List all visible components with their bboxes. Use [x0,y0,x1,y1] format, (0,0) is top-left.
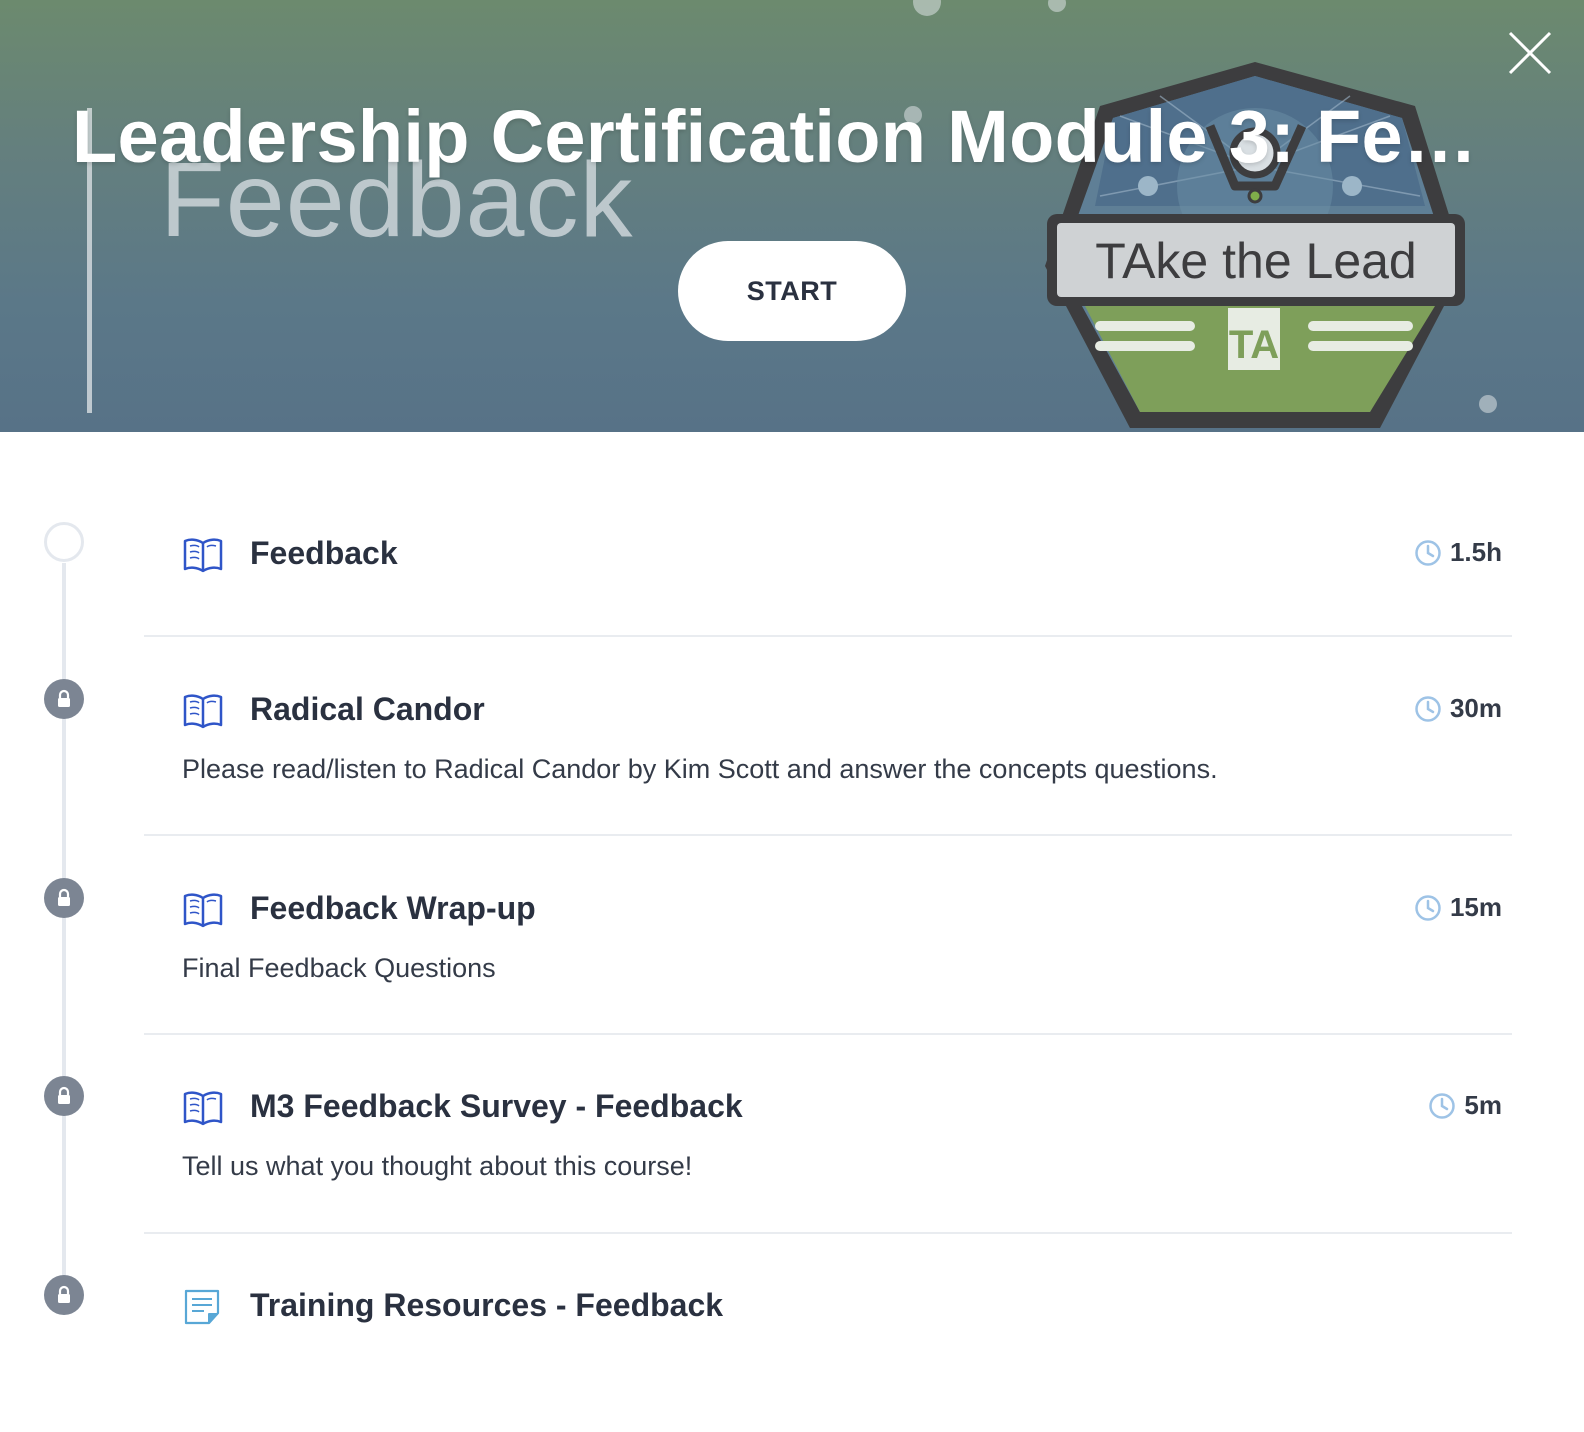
clock-icon [1429,1092,1456,1119]
step-duration: 15m [1414,892,1502,923]
step-duration: 1.5h [1414,537,1502,568]
clock-icon [1415,695,1441,722]
step-duration: 5m [1428,1090,1502,1121]
step-description: Final Feedback Questions [182,953,496,983]
book-icon [183,893,223,928]
course-step-feedback-wrap-up[interactable]: Feedback Wrap-up 15m Final Feedback Ques… [144,875,1512,1015]
badge-monogram: TA [1229,323,1279,367]
step-description: Please read/listen to Radical Candor by … [182,754,1218,784]
duration-value: 15m [1449,892,1502,922]
step-title: Radical Candor [250,691,485,727]
divider [144,635,1512,637]
lock-icon [44,1076,84,1116]
step-title: M3 Feedback Survey - Feedback [250,1088,743,1124]
duration-value: 5m [1464,1090,1502,1120]
course-title: Leadership Certification Module 3: Feed.… [72,95,1502,178]
course-step-feedback[interactable]: Feedback 1.5h [144,520,1512,620]
close-icon[interactable] [1507,30,1553,76]
decorative-dot [913,0,941,16]
divider [144,834,1512,836]
course-step-radical-candor[interactable]: Radical Candor 30m Please read/listen to… [144,676,1512,816]
duration-value: 1.5h [1449,537,1502,567]
book-icon [183,694,223,729]
step-title: Feedback [250,535,398,571]
book-icon [183,538,223,573]
clock-icon [1415,539,1441,566]
step-status-open [44,522,84,562]
decorative-dot [1048,0,1066,12]
step-title: Training Resources - Feedback [250,1287,724,1323]
badge-text: TAke the Lead [1095,233,1417,289]
document-icon [184,1289,220,1325]
decorative-dot [1479,395,1497,413]
step-title: Feedback Wrap-up [250,890,536,926]
course-step-m3-feedback-survey[interactable]: M3 Feedback Survey - Feedback 5m Tell us… [144,1073,1512,1213]
lock-icon [44,1275,84,1315]
duration-value: 30m [1449,693,1502,723]
course-hero-banner: Feedback TA TAke the Lead Leadership Cer… [0,0,1584,432]
lock-icon [44,878,84,918]
clock-icon [1415,894,1441,921]
start-button[interactable]: START [678,241,906,341]
book-icon [183,1091,223,1126]
timeline-track [62,563,66,1295]
course-step-training-resources[interactable]: Training Resources - Feedback [144,1272,1512,1372]
divider [144,1232,1512,1234]
divider [144,1033,1512,1035]
step-description: Tell us what you thought about this cour… [182,1151,693,1181]
lock-icon [44,679,84,719]
step-duration: 30m [1414,693,1502,724]
